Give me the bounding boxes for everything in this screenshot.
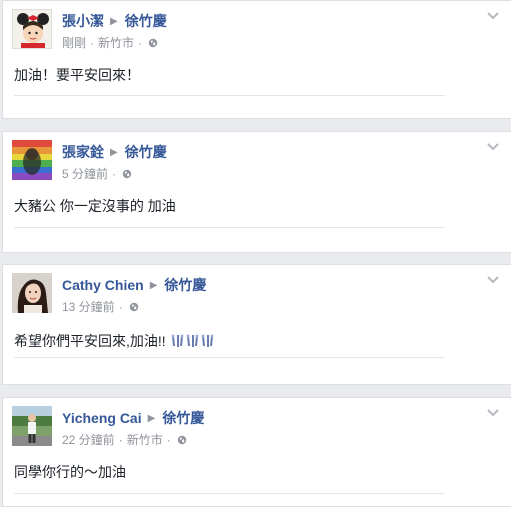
timestamp[interactable]: 剛剛 — [62, 36, 86, 50]
separator: · — [90, 35, 95, 50]
separator: · — [118, 432, 123, 447]
rainbow-avatar-icon — [12, 140, 52, 180]
divider — [14, 357, 445, 358]
separator: · — [118, 299, 123, 314]
post-meta: 剛剛 · 新竹市 · — [62, 34, 158, 51]
globe-icon[interactable] — [177, 435, 187, 445]
post-meta: 13 分鐘前 · — [62, 298, 139, 315]
timestamp[interactable]: 13 分鐘前 — [62, 300, 115, 314]
globe-icon[interactable] — [129, 302, 139, 312]
cheering-emoji-icon — [170, 334, 216, 351]
post-text: 希望你們平安回來,加油!! — [14, 331, 216, 351]
post-card: 張小潔 ▶ 徐竹慶 剛剛 · 新竹市 · 加油！要平安回來！ — [2, 0, 511, 119]
post-text: 同學你行的～加油 — [14, 464, 126, 480]
chevron-down-icon[interactable] — [486, 11, 500, 21]
post-meta: 5 分鐘前 · — [62, 165, 132, 182]
post-header: 張小潔 ▶ 徐竹慶 — [62, 11, 481, 31]
separator: · — [138, 35, 143, 50]
target-link[interactable]: 徐竹慶 — [125, 13, 167, 29]
chevron-down-icon[interactable] — [486, 275, 500, 285]
post-header: 張家銓 ▶ 徐竹慶 — [62, 142, 481, 162]
outdoor-avatar-icon — [12, 406, 52, 446]
globe-icon[interactable] — [148, 38, 158, 48]
timestamp[interactable]: 22 分鐘前 — [62, 433, 115, 447]
post-header: Yicheng Cai ▶ 徐竹慶 — [62, 408, 481, 428]
divider — [14, 493, 445, 494]
author-link[interactable]: Cathy Chien — [62, 277, 144, 293]
author-link[interactable]: Yicheng Cai — [62, 410, 142, 426]
post-text: 加油！要平安回來！ — [14, 67, 140, 83]
arrow-right-icon: ▶ — [110, 146, 118, 158]
timestamp[interactable]: 5 分鐘前 — [62, 167, 108, 181]
post-meta: 22 分鐘前 · 新竹市 · — [62, 431, 187, 448]
post-card: 張家銓 ▶ 徐竹慶 5 分鐘前 · 大豬公 你一定沒事的 加油 — [2, 131, 511, 253]
separator: · — [112, 166, 117, 181]
divider — [14, 95, 445, 96]
post-card: Yicheng Cai ▶ 徐竹慶 22 分鐘前 · 新竹市 · 同學你行的～加油 — [2, 397, 511, 507]
target-link[interactable]: 徐竹慶 — [162, 410, 204, 426]
author-link[interactable]: 張家銓 — [62, 144, 104, 160]
chevron-down-icon[interactable] — [486, 142, 500, 152]
arrow-right-icon: ▶ — [147, 412, 156, 424]
divider — [14, 227, 445, 228]
target-link[interactable]: 徐竹慶 — [125, 144, 167, 160]
arrow-right-icon: ▶ — [110, 15, 118, 27]
author-link[interactable]: 張小潔 — [62, 13, 104, 29]
avatar[interactable] — [12, 140, 52, 180]
avatar[interactable] — [12, 9, 52, 49]
target-link[interactable]: 徐竹慶 — [164, 277, 206, 293]
location[interactable]: 新竹市 — [98, 36, 134, 50]
globe-icon[interactable] — [122, 169, 132, 179]
post-header: Cathy Chien ▶ 徐竹慶 — [62, 275, 481, 295]
location[interactable]: 新竹市 — [127, 433, 163, 447]
avatar[interactable] — [12, 406, 52, 446]
separator: · — [166, 432, 171, 447]
arrow-right-icon: ▶ — [149, 279, 158, 291]
avatar[interactable] — [12, 273, 52, 313]
chevron-down-icon[interactable] — [486, 408, 500, 418]
post-text: 大豬公 你一定沒事的 加油 — [14, 198, 176, 214]
post-card: Cathy Chien ▶ 徐竹慶 13 分鐘前 · 希望你們平安回來,加油!! — [2, 264, 511, 385]
woman-avatar-icon — [12, 273, 52, 313]
minnie-ears-avatar-icon — [13, 10, 51, 48]
post-text-content: 希望你們平安回來,加油!! — [14, 333, 166, 349]
